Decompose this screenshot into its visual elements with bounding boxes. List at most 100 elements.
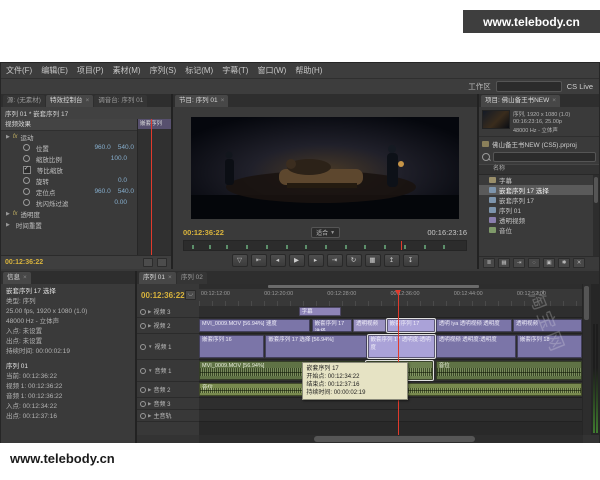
stopwatch-icon[interactable] <box>23 144 30 151</box>
panel-tab[interactable]: 特效控制台× <box>46 95 93 107</box>
effect-property-row[interactable]: ▶ fx 透明度 <box>1 208 137 219</box>
property-value[interactable]: 960.0 <box>94 188 110 195</box>
toggle-track-output-icon[interactable] <box>140 323 146 329</box>
zoom-in-icon[interactable] <box>157 258 167 267</box>
sequence-marker-icon[interactable] <box>384 245 386 249</box>
effect-property-row[interactable]: ▶ 等比缩放 <box>1 164 137 175</box>
sequence-marker-icon[interactable] <box>266 245 268 249</box>
stopwatch-icon[interactable] <box>23 177 30 184</box>
effect-controls-playhead[interactable] <box>151 119 152 256</box>
sequence-marker-icon[interactable] <box>305 245 307 249</box>
expand-track-icon[interactable]: ▶ <box>148 387 151 393</box>
effect-controls-mini-timeline[interactable]: 嵌套序列 17 <box>137 119 171 256</box>
expand-track-icon[interactable]: ▼ <box>148 344 152 349</box>
toggle-track-output-icon[interactable] <box>140 344 146 350</box>
disclosure-triangle-icon[interactable]: ▶ <box>6 211 10 217</box>
menu-item[interactable]: 编辑(E) <box>41 65 68 76</box>
time-ruler[interactable]: 00:12:12:0000:12:20:0000:12:28:0000:12:3… <box>199 289 582 307</box>
close-tab-icon[interactable]: × <box>221 97 225 104</box>
toggle-track-output-icon[interactable] <box>140 309 146 315</box>
timeline-clip[interactable]: 嵌套序列 17 选择 <box>312 319 352 332</box>
fit-zoom-dropdown[interactable]: 适合 ▼ <box>311 227 340 238</box>
sequence-marker-icon[interactable] <box>345 245 347 249</box>
workspace-dropdown[interactable] <box>496 81 562 92</box>
project-item-row[interactable]: 嵌套序列 17 <box>479 195 599 205</box>
toggle-track-mute-icon[interactable] <box>140 413 146 419</box>
track-header-video3[interactable]: ▶ 视频 3 <box>137 306 199 318</box>
close-tab-icon[interactable]: × <box>552 97 556 104</box>
find-button[interactable]: ◌ <box>528 258 540 268</box>
step-back-button[interactable]: ◂ <box>270 254 286 267</box>
panel-tab[interactable]: 调音台: 序列 01× <box>94 95 147 107</box>
menu-item[interactable]: 字幕(T) <box>222 65 248 76</box>
project-item-row[interactable]: 字幕 <box>479 175 599 185</box>
search-input[interactable] <box>493 152 596 162</box>
toggle-track-mute-icon[interactable] <box>140 401 146 407</box>
sequence-tab[interactable]: 序列 01× <box>139 272 176 284</box>
track-master[interactable] <box>199 410 582 422</box>
timeline-audio-clip[interactable]: 音位 <box>436 361 582 380</box>
automate-to-sequence-button[interactable]: ⇥ <box>513 258 525 268</box>
add-marker-button[interactable]: ▽ <box>232 254 248 267</box>
project-item-row[interactable]: 音位 <box>479 225 599 235</box>
preview-thumbnail[interactable] <box>482 110 510 129</box>
timeline-clip[interactable]: 字幕 <box>299 307 341 316</box>
timeline-clip[interactable]: 嵌套序列 18 <box>517 335 582 358</box>
menu-item[interactable]: 序列(S) <box>150 65 177 76</box>
effect-property-row[interactable]: ▶ 缩放比例 100.0 <box>1 153 137 164</box>
timeline-clip[interactable]: MVI_0009.MOV [56.94%] 速度 <box>199 319 310 332</box>
timeline-clip[interactable]: 嵌套序列 17 透明度:透明度 <box>368 335 435 358</box>
effect-property-row[interactable]: ▶ fx 运动 <box>1 131 137 142</box>
timeline-vertical-scrollbar[interactable] <box>582 284 591 435</box>
sequence-marker-icon[interactable] <box>443 245 445 249</box>
timeline-horizontal-scrollbar[interactable] <box>199 435 583 443</box>
panel-tab[interactable]: 源: (无素材)× <box>3 95 45 107</box>
step-forward-button[interactable]: ▸ <box>308 254 324 267</box>
loop-button[interactable]: ↻ <box>346 254 362 267</box>
lift-button[interactable]: ↥ <box>384 254 400 267</box>
program-current-timecode[interactable]: 00:12:36:22 <box>183 228 224 237</box>
effect-property-row[interactable]: ▶ 位置 960.0 540.0 <box>1 142 137 153</box>
property-value[interactable]: 540.0 <box>118 144 134 151</box>
program-tab[interactable]: 节目: 序列 01× <box>175 95 228 107</box>
track-header-audio2[interactable]: ▶ 音频 2 <box>137 382 199 398</box>
timeline-audio-clip[interactable]: MVI_0009.MOV [56.94%] <box>199 361 310 380</box>
timeline-clip[interactable]: 透明视频 <box>513 319 582 332</box>
play-button[interactable]: ▶ <box>289 254 305 267</box>
project-tab[interactable]: 项目: 佛山备王书NEW× <box>481 95 560 107</box>
property-value[interactable]: 100.0 <box>111 155 127 162</box>
go-to-out-button[interactable]: ⇥ <box>327 254 343 267</box>
sequence-marker-icon[interactable] <box>209 245 211 249</box>
sequence-tab[interactable]: 序列 02× <box>177 272 207 284</box>
new-item-button[interactable]: ✱ <box>558 258 570 268</box>
sequence-marker-icon[interactable] <box>404 245 406 249</box>
timeline-clip[interactable]: 嵌套序列 17 <box>387 319 435 332</box>
property-value[interactable]: 0.0 <box>118 177 127 184</box>
timeline-clip[interactable]: 透明 lya 透明视频 透明度 <box>436 319 513 332</box>
new-bin-button[interactable]: ▣ <box>543 258 555 268</box>
project-item-row[interactable]: 嵌套序列 17 选择 <box>479 185 599 195</box>
menu-item[interactable]: 素材(M) <box>113 65 141 76</box>
stopwatch-icon[interactable] <box>23 199 30 206</box>
expand-track-icon[interactable]: ▼ <box>148 368 152 373</box>
go-to-in-button[interactable]: ⇤ <box>251 254 267 267</box>
project-scrollbar[interactable] <box>593 175 599 256</box>
toggle-track-mute-icon[interactable] <box>140 387 146 393</box>
project-root-item[interactable]: 佛山备王书NEW (CS5).prproj <box>479 137 599 151</box>
track-header-video2[interactable]: ▶ 视频 2 <box>137 318 199 334</box>
sequence-marker-icon[interactable] <box>424 245 426 249</box>
timeline-clip[interactable]: 嵌套序列 16 <box>199 335 264 358</box>
close-tab-icon[interactable]: × <box>85 97 89 104</box>
track-header-video1[interactable]: ▼ 视频 1 <box>137 334 199 360</box>
program-playhead[interactable] <box>401 241 402 250</box>
info-tab[interactable]: 信息× <box>3 272 31 284</box>
track-video3[interactable]: 字幕 <box>199 306 582 318</box>
column-header-name[interactable]: 名称 <box>479 164 599 175</box>
timeline-current-timecode[interactable]: 00:12:36:22 <box>141 291 185 300</box>
menu-item[interactable]: 帮助(H) <box>295 65 322 76</box>
stopwatch-icon[interactable] <box>23 155 30 162</box>
effect-property-row[interactable]: ▶ 抗闪烁过滤 0.00 <box>1 197 137 208</box>
timeline-clip[interactable]: 嵌套序列 17 选择 [56.94%] <box>265 335 366 358</box>
effect-property-row[interactable]: ▶ 旋转 0.0 <box>1 175 137 186</box>
safe-margins-button[interactable]: ▦ <box>365 254 381 267</box>
